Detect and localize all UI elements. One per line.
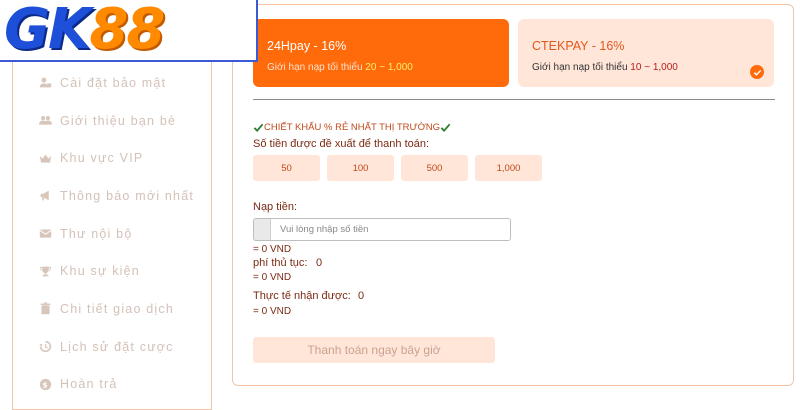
sidebar-item-inbox[interactable]: Thư nội bộ — [39, 215, 194, 253]
trash-icon — [40, 302, 51, 315]
payment-method-ctekpay[interactable]: CTEKPAY - 16% Giới hạn nạp tối thiểu 10 … — [518, 19, 774, 87]
promo-text: CHIẾT KHẤU % RẺ NHẤT THỊ TRƯỜNG — [264, 122, 441, 133]
logo-text-gk: GK — [4, 0, 91, 62]
checkmark-icon — [440, 123, 451, 133]
sidebar-item-label: Lịch sử đặt cược — [60, 339, 174, 354]
limit-label: Giới hạn nạp tối thiểu — [532, 62, 628, 73]
trophy-icon — [39, 266, 52, 277]
deposit-amount-input[interactable] — [271, 219, 510, 240]
sidebar-item-notifications[interactable]: Thông báo mới nhất — [39, 177, 194, 215]
sidebar-item-label: Thư nội bộ — [60, 226, 133, 241]
sidebar: Cài đặt bảo mật Giới thiệu bạn bè Khu vự… — [12, 20, 212, 410]
coin-icon: $ — [39, 378, 52, 391]
fee-label: phí thủ tục: — [253, 257, 308, 269]
sidebar-item-label: Khu vực VIP — [60, 151, 144, 166]
limit-label: Giới hạn nạp tối thiểu — [267, 62, 363, 73]
sidebar-item-bet-history[interactable]: Lịch sử đặt cược — [39, 328, 194, 366]
amount-chip-1000[interactable]: 1,000 — [475, 155, 542, 181]
payment-method-limit: Giới hạn nạp tối thiểu 10 ~ 1,000 — [532, 62, 774, 73]
sidebar-item-security[interactable]: Cài đặt bảo mật — [39, 64, 194, 102]
selected-check-icon — [750, 65, 764, 79]
svg-text:$: $ — [42, 380, 48, 389]
payment-method-title: CTEKPAY - 16% — [532, 39, 625, 53]
megaphone-icon — [40, 191, 49, 201]
logo-text-88: 88 — [89, 0, 165, 62]
limit-range: 10 ~ 1,000 — [630, 62, 678, 73]
brand-logo[interactable]: GK 88 — [0, 0, 258, 62]
sidebar-item-transactions[interactable]: Chi tiết giao dịch — [39, 290, 194, 328]
crown-icon — [39, 154, 52, 163]
sidebar-item-label: Khu sự kiện — [60, 264, 140, 279]
limit-range: 20 ~ 1,000 — [365, 62, 413, 73]
envelope-icon — [39, 229, 52, 238]
sidebar-item-rebate[interactable]: $ Hoàn trả — [39, 366, 194, 404]
deposit-amount-field — [253, 218, 511, 241]
history-icon — [39, 340, 52, 353]
deposit-label: Nạp tiền: — [253, 201, 298, 213]
deposit-vnd-value: = 0 VND — [253, 244, 292, 255]
pay-now-button[interactable]: Thanh toán ngay bây giờ — [253, 337, 495, 363]
sidebar-item-events[interactable]: Khu sự kiện — [39, 252, 194, 290]
divider — [253, 99, 775, 100]
promo-banner: CHIẾT KHẤU % RẺ NHẤT THỊ TRƯỜNG — [253, 122, 451, 133]
sidebar-menu: Cài đặt bảo mật Giới thiệu bạn bè Khu vự… — [39, 64, 194, 403]
sidebar-item-referral[interactable]: Giới thiệu bạn bè — [39, 102, 194, 140]
sidebar-item-label: Hoàn trả — [60, 377, 118, 392]
deposit-panel: 24Hpay - 16% Giới hạn nạp tối thiểu 20 ~… — [232, 4, 794, 386]
amount-chip-100[interactable]: 100 — [327, 155, 394, 181]
received-label: Thực tế nhận được: — [253, 290, 351, 302]
fee-vnd-value: = 0 VND — [253, 272, 292, 283]
sidebar-item-label: Chi tiết giao dịch — [60, 301, 175, 316]
sidebar-item-vip[interactable]: Khu vực VIP — [39, 139, 194, 177]
suggested-amounts: 50 100 500 1,000 — [253, 155, 549, 181]
payment-method-title: 24Hpay - 16% — [267, 39, 347, 53]
received-vnd-value: = 0 VND — [253, 306, 292, 317]
sidebar-item-label: Giới thiệu bạn bè — [60, 113, 177, 128]
payment-method-24hpay[interactable]: 24Hpay - 16% Giới hạn nạp tối thiểu 20 ~… — [253, 19, 509, 87]
payment-method-limit: Giới hạn nạp tối thiểu 20 ~ 1,000 — [267, 62, 509, 73]
amount-chip-50[interactable]: 50 — [253, 155, 320, 181]
received-value: 0 — [358, 290, 365, 302]
sidebar-item-label: Cài đặt bảo mật — [60, 75, 167, 90]
amount-prefix — [254, 219, 271, 240]
fee-value: 0 — [316, 257, 323, 269]
users-icon — [39, 116, 52, 125]
checkmark-icon — [253, 123, 264, 133]
amount-chip-500[interactable]: 500 — [401, 155, 468, 181]
sidebar-item-label: Thông báo mới nhất — [60, 188, 195, 203]
user-lock-icon — [39, 77, 52, 88]
suggested-amount-label: Số tiền được đề xuất để thanh toán: — [253, 138, 430, 150]
